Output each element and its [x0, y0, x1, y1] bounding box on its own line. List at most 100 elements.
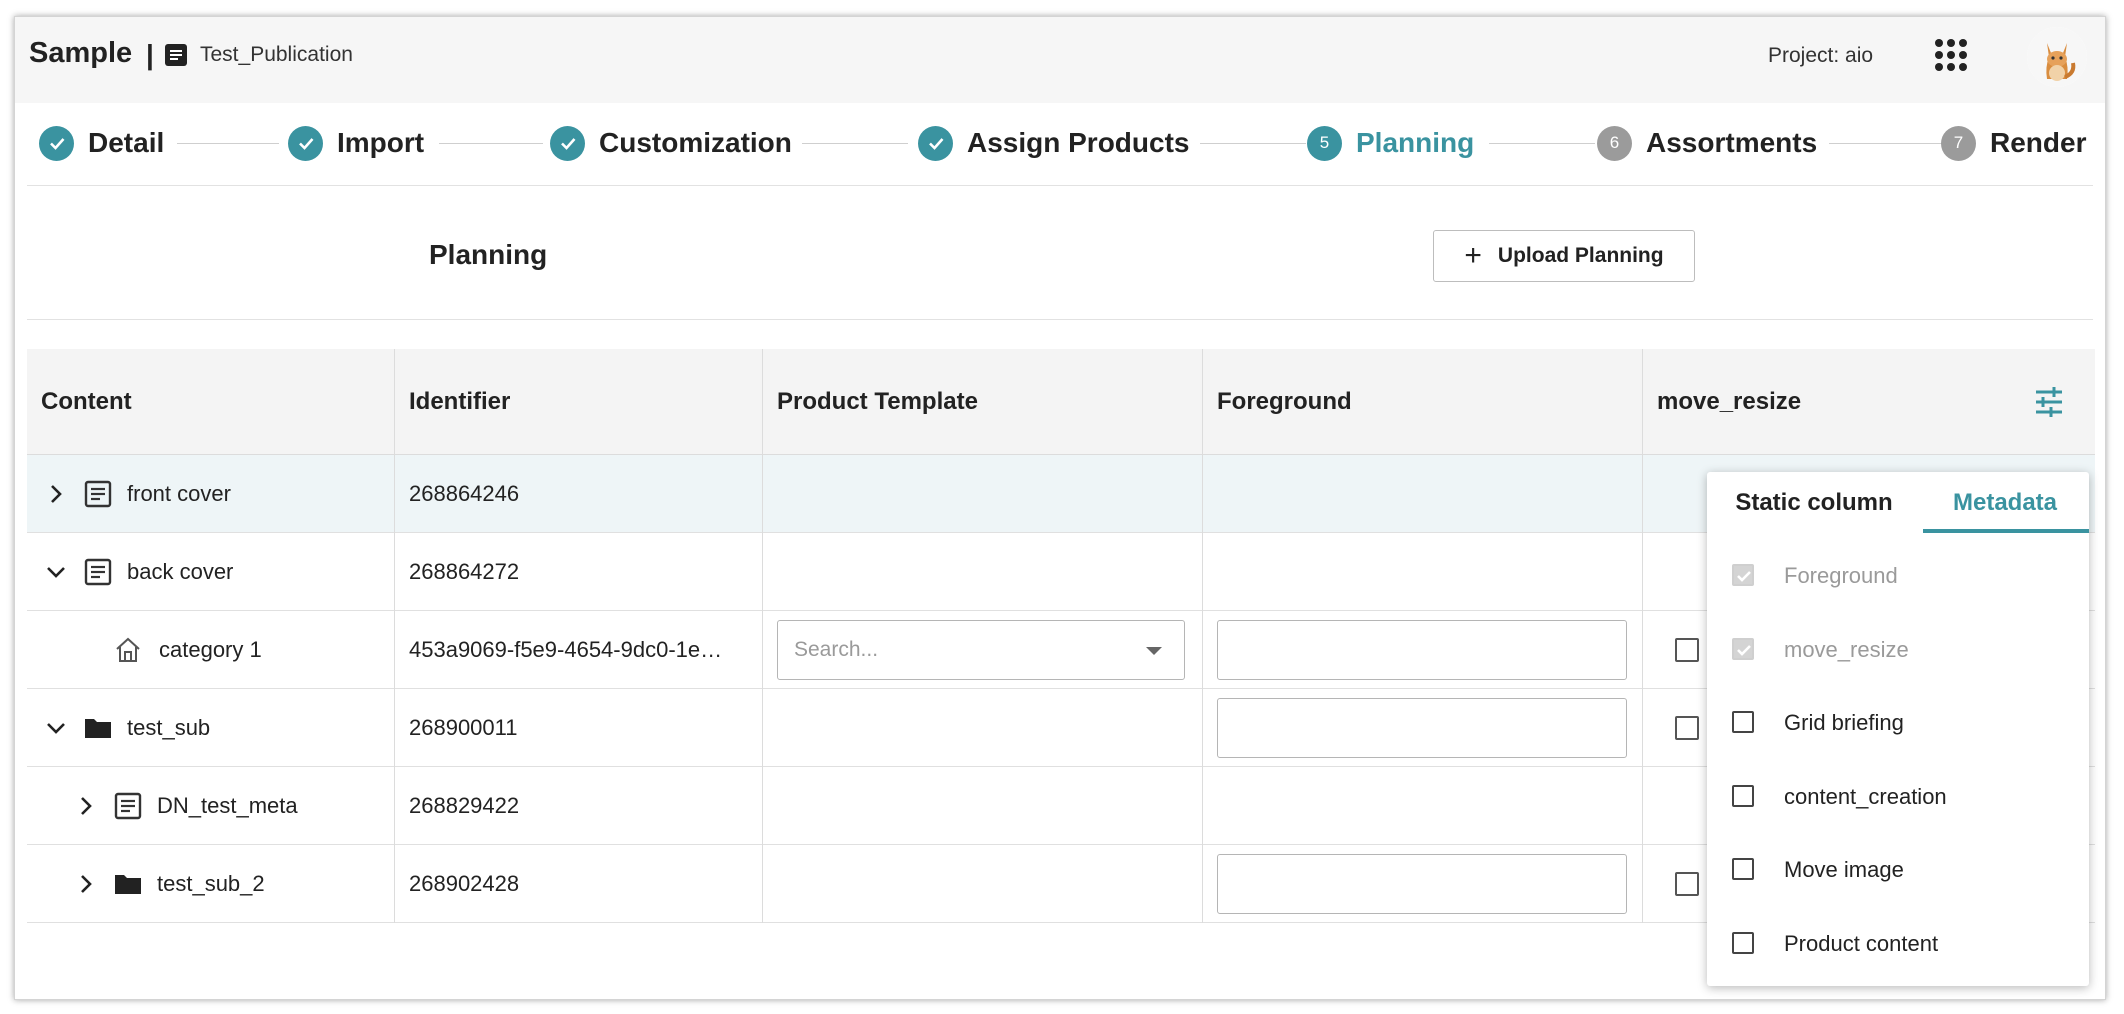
step-connector: [439, 143, 543, 144]
step-assign-products[interactable]: Assign Products: [918, 123, 1189, 163]
identifier-value: 453a9069-f5e9-4654-9dc0-1e…: [409, 637, 723, 662]
column-option-content-creation[interactable]: content_creation: [1707, 767, 2089, 827]
folder-icon: [115, 875, 141, 894]
popup-tabs: Static column Metadata: [1707, 472, 2089, 534]
top-bar: Sample | Test_Publication Project: aio: [15, 17, 2105, 103]
identifier-cell: 453a9069-f5e9-4654-9dc0-1e…: [395, 611, 763, 689]
chevron-right-icon[interactable]: [73, 793, 99, 819]
column-option-grid-briefing[interactable]: Grid briefing: [1707, 693, 2089, 753]
product-template-cell: Search...: [763, 611, 1203, 689]
column-option-label: move_resize: [1784, 637, 1909, 662]
column-option-label: Foreground: [1784, 563, 1898, 588]
check-icon: [39, 125, 74, 161]
foreground-input[interactable]: [1217, 698, 1627, 758]
column-header-identifier[interactable]: Identifier: [395, 349, 763, 455]
chevron-down-icon[interactable]: [43, 715, 69, 741]
checkbox[interactable]: [1732, 932, 1754, 954]
step-customization[interactable]: Customization: [550, 123, 792, 163]
checkbox[interactable]: [1732, 711, 1754, 733]
step-label: Customization: [599, 127, 792, 158]
foreground-cell: [1203, 845, 1643, 923]
checkbox-checked-icon[interactable]: [1732, 638, 1754, 660]
identifier-value: 268900011: [409, 715, 518, 740]
tab-metadata[interactable]: Metadata: [1921, 472, 2089, 534]
user-avatar[interactable]: [2027, 27, 2087, 87]
content-name: front cover: [127, 481, 231, 506]
column-settings-popup: Static column Metadata Foreground move_r…: [1707, 472, 2089, 986]
checkbox[interactable]: [1732, 785, 1754, 807]
step-number: 5: [1307, 125, 1342, 161]
column-settings-icon[interactable]: [2033, 386, 2065, 418]
product-template-cell: [763, 767, 1203, 845]
publication-icon: [165, 44, 187, 66]
check-icon: [288, 125, 323, 161]
publication-name[interactable]: Test_Publication: [200, 43, 353, 67]
project-selector[interactable]: Project: aio: [1768, 44, 1873, 68]
identifier-value: 268902428: [409, 871, 520, 896]
tab-static-column[interactable]: Static column: [1707, 472, 1921, 534]
move-resize-checkbox[interactable]: [1675, 872, 1699, 896]
product-template-select[interactable]: Search...: [777, 620, 1185, 680]
checkbox-checked-icon[interactable]: [1732, 564, 1754, 586]
brand-name[interactable]: Sample: [29, 37, 132, 70]
content-cell: front cover: [27, 455, 395, 533]
chevron-down-icon[interactable]: [43, 559, 69, 585]
step-import[interactable]: Import: [288, 123, 424, 163]
chevron-right-icon[interactable]: [73, 871, 99, 897]
column-header-foreground[interactable]: Foreground: [1203, 349, 1643, 455]
column-option-label: content_creation: [1784, 784, 1947, 809]
document-icon: [84, 558, 112, 586]
foreground-input[interactable]: [1217, 620, 1627, 680]
apps-grid-icon[interactable]: [1933, 37, 1969, 73]
column-option-move-resize[interactable]: move_resize: [1707, 620, 2089, 680]
identifier-value: 268864246: [409, 481, 520, 506]
step-number: 6: [1597, 125, 1632, 161]
table-header: Content Identifier Product Template Fore…: [27, 349, 2095, 455]
column-option-label: Move image: [1784, 857, 1904, 882]
step-planning[interactable]: 5 Planning: [1307, 123, 1474, 163]
column-header-content[interactable]: Content: [27, 349, 395, 455]
step-connector: [1829, 143, 1949, 144]
document-icon: [114, 792, 142, 820]
content-name: DN_test_meta: [157, 793, 298, 818]
column-option-label: Grid briefing: [1784, 710, 1904, 735]
step-connector: [1489, 143, 1595, 144]
step-connector: [1200, 143, 1306, 144]
step-connector: [802, 143, 908, 144]
app-window: Sample | Test_Publication Project: aio D…: [14, 16, 2106, 1000]
column-header-move-resize[interactable]: move_resize: [1643, 349, 2095, 455]
workflow-stepper: Detail Import Customization Assign Produ…: [15, 103, 2105, 187]
column-option-foreground[interactable]: Foreground: [1707, 546, 2089, 606]
folder-icon: [85, 719, 111, 738]
step-connector: [177, 143, 279, 144]
step-detail[interactable]: Detail: [39, 123, 164, 163]
move-resize-checkbox[interactable]: [1675, 638, 1699, 662]
column-option-move-image[interactable]: Move image: [1707, 840, 2089, 900]
product-template-cell: [763, 689, 1203, 767]
foreground-input[interactable]: [1217, 854, 1627, 914]
identifier-value: 268864272: [409, 559, 520, 584]
foreground-cell: [1203, 455, 1643, 533]
identifier-cell: 268900011: [395, 689, 763, 767]
content-name: category 1: [159, 637, 262, 662]
step-render[interactable]: 7 Render: [1941, 123, 2086, 163]
checkbox[interactable]: [1732, 858, 1754, 880]
column-option-label: Product content: [1784, 931, 1939, 956]
chevron-right-icon[interactable]: [43, 481, 69, 507]
column-header-product-template[interactable]: Product Template: [763, 349, 1203, 455]
divider: [27, 185, 2093, 186]
content-cell: test_sub_2: [27, 845, 395, 923]
column-option-product-content[interactable]: Product content: [1707, 914, 2089, 974]
brand-separator: |: [146, 39, 154, 70]
step-assortments[interactable]: 6 Assortments: [1597, 123, 1817, 163]
check-icon: [918, 125, 953, 161]
move-resize-checkbox[interactable]: [1675, 716, 1699, 740]
step-label: Detail: [88, 127, 165, 158]
identifier-cell: 268864246: [395, 455, 763, 533]
upload-planning-button[interactable]: + Upload Planning: [1433, 230, 1695, 282]
check-icon: [550, 125, 585, 161]
plus-icon: +: [1464, 239, 1482, 272]
foreground-cell: [1203, 611, 1643, 689]
content-name: test_sub_2: [157, 871, 265, 896]
section-title: Planning: [429, 239, 548, 270]
